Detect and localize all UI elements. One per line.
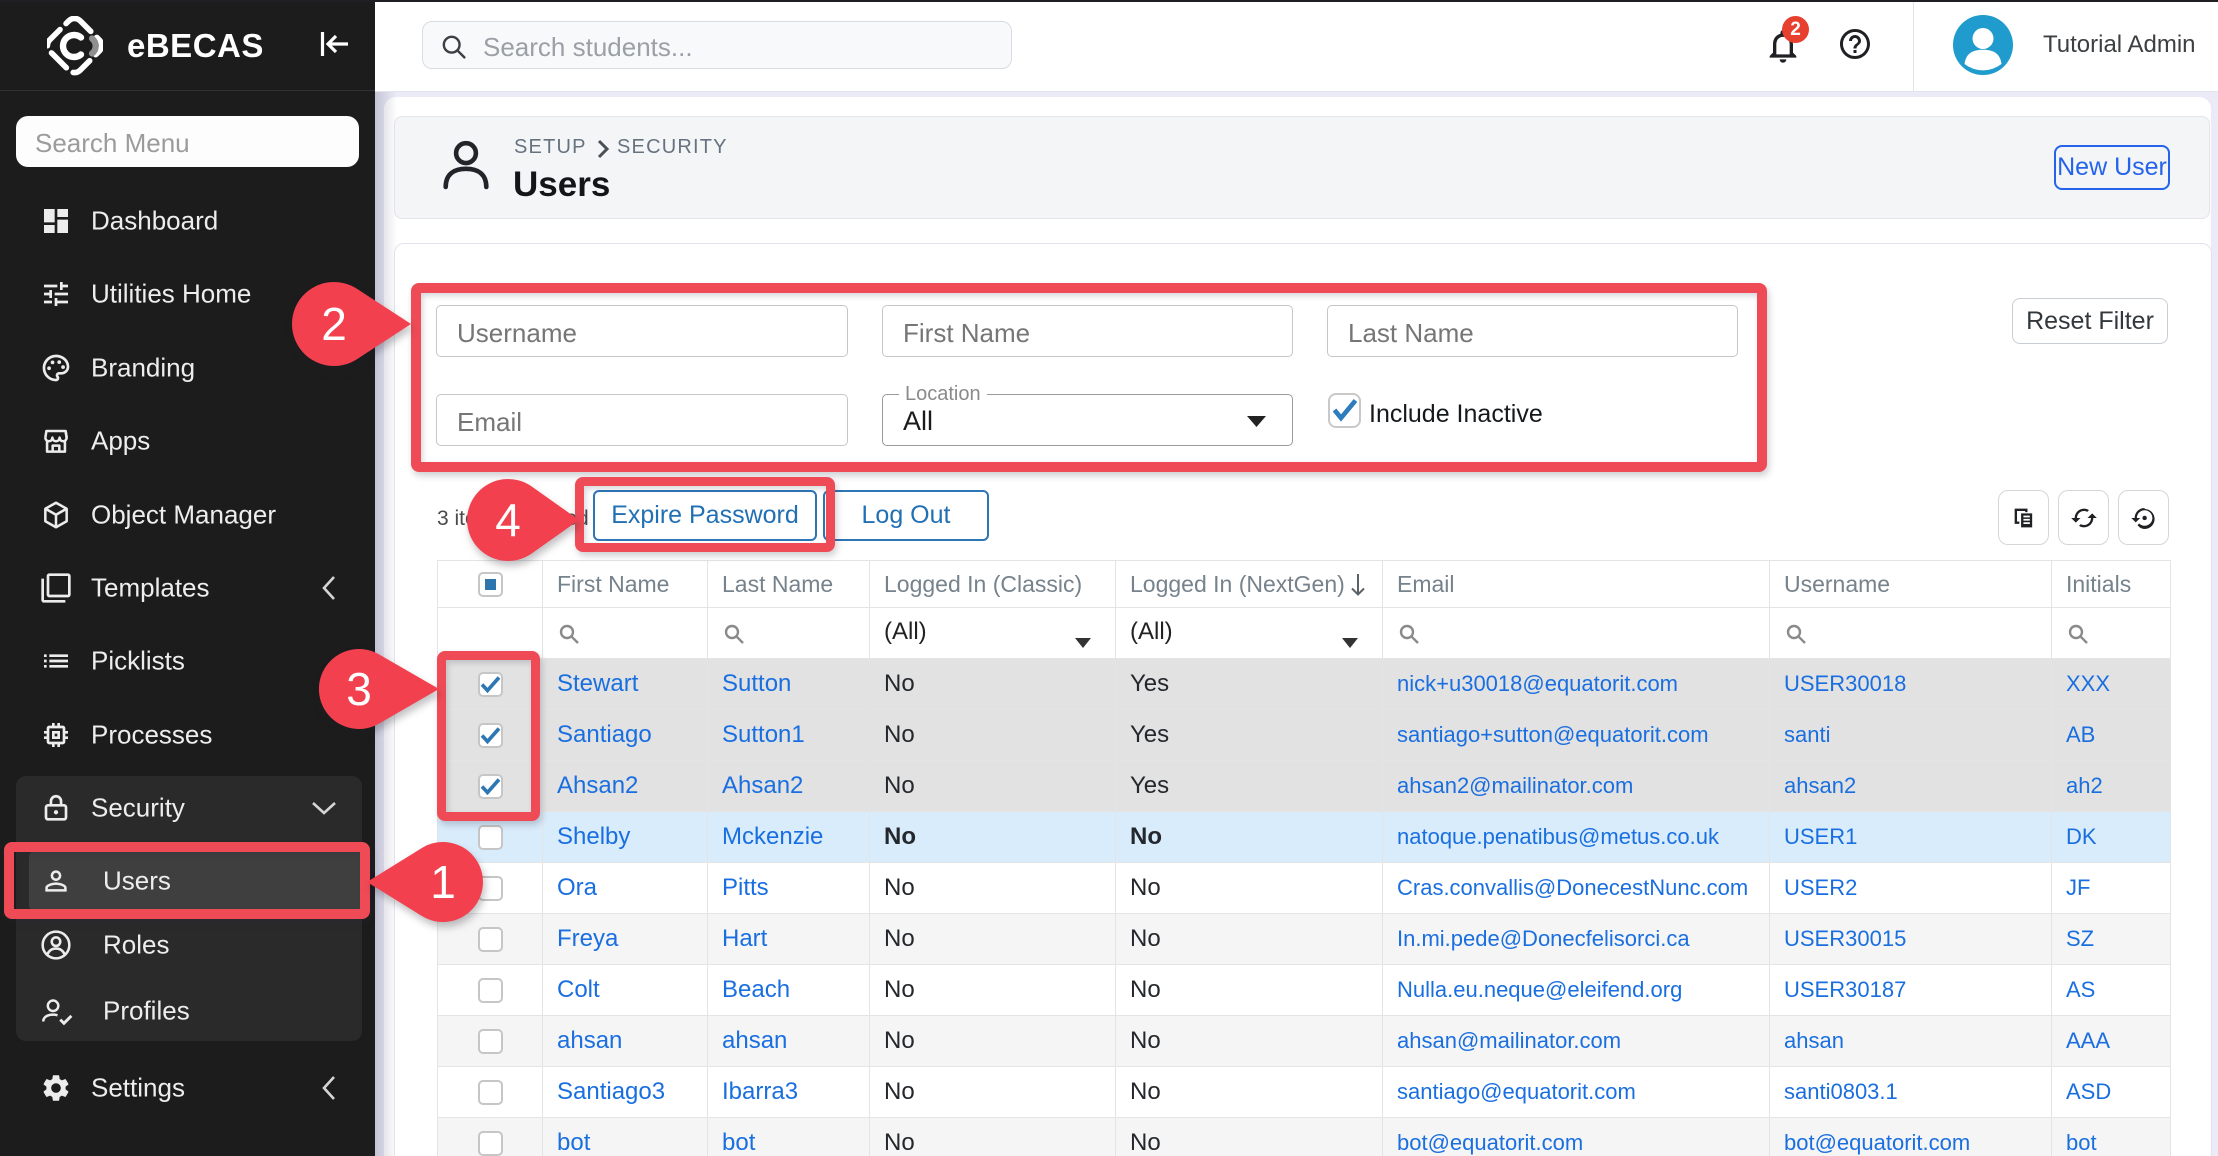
svg-text:4: 4 [495,494,521,546]
svg-text:2: 2 [321,298,347,350]
svg-text:3: 3 [346,663,372,715]
svg-text:1: 1 [430,856,456,908]
